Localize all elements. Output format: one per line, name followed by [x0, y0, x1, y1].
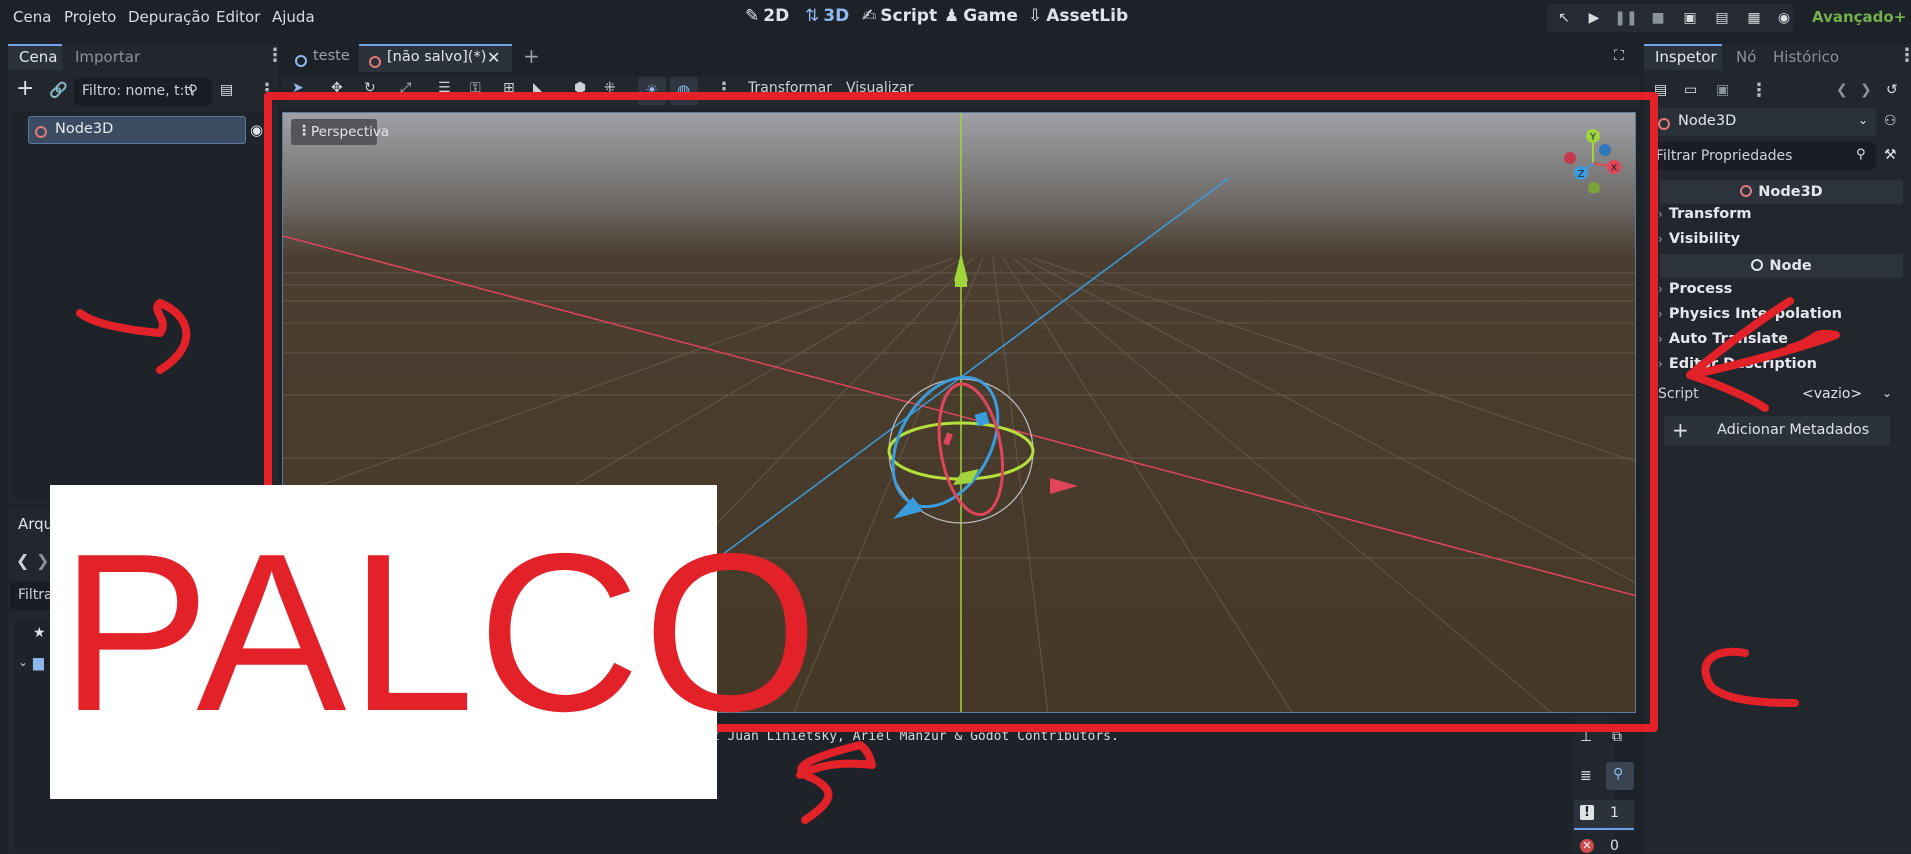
- stage-label: PALCO: [60, 506, 822, 758]
- arrow-bottom-right: [1701, 647, 1799, 707]
- arrow-inspector: [1686, 297, 1840, 412]
- arrow-scene-dock: [76, 299, 191, 374]
